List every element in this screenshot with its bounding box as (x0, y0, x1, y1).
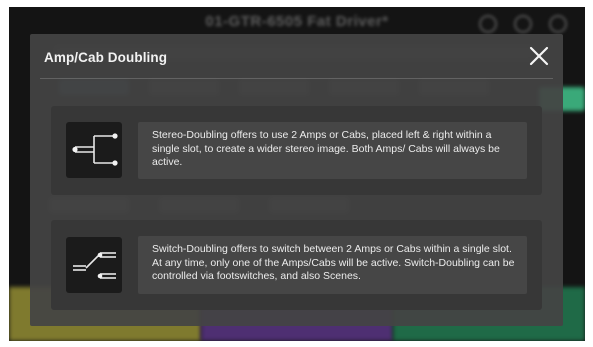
switch-doubling-icon (66, 237, 122, 293)
switch-doubling-option[interactable]: Switch-Doubling offers to switch between… (51, 220, 542, 310)
switch-doubling-description-box: Switch-Doubling offers to switch between… (138, 236, 527, 294)
stereo-doubling-description-box: Stereo-Doubling offers to use 2 Amps or … (138, 122, 527, 179)
amp-cab-doubling-dialog: Amp/Cab Doubling Stereo-Doubling offers … (30, 34, 563, 326)
stereo-doubling-option[interactable]: Stereo-Doubling offers to use 2 Amps or … (51, 106, 542, 195)
switch-doubling-description: Switch-Doubling offers to switch between… (152, 243, 515, 282)
dialog-title: Amp/Cab Doubling (44, 50, 168, 65)
background-settings-icon (479, 15, 497, 33)
app-screen: 01-GTR-6505 Fat Driver* Amp/Cab Doubling (9, 7, 585, 341)
background-user-icon (514, 15, 532, 33)
title-divider (40, 78, 553, 79)
close-icon[interactable] (527, 44, 551, 68)
stereo-doubling-description: Stereo-Doubling offers to use 2 Amps or … (152, 129, 500, 168)
background-menu-icon (549, 15, 567, 33)
background-preset-title: 01-GTR-6505 Fat Driver* (205, 13, 389, 30)
stereo-doubling-icon (66, 122, 122, 178)
